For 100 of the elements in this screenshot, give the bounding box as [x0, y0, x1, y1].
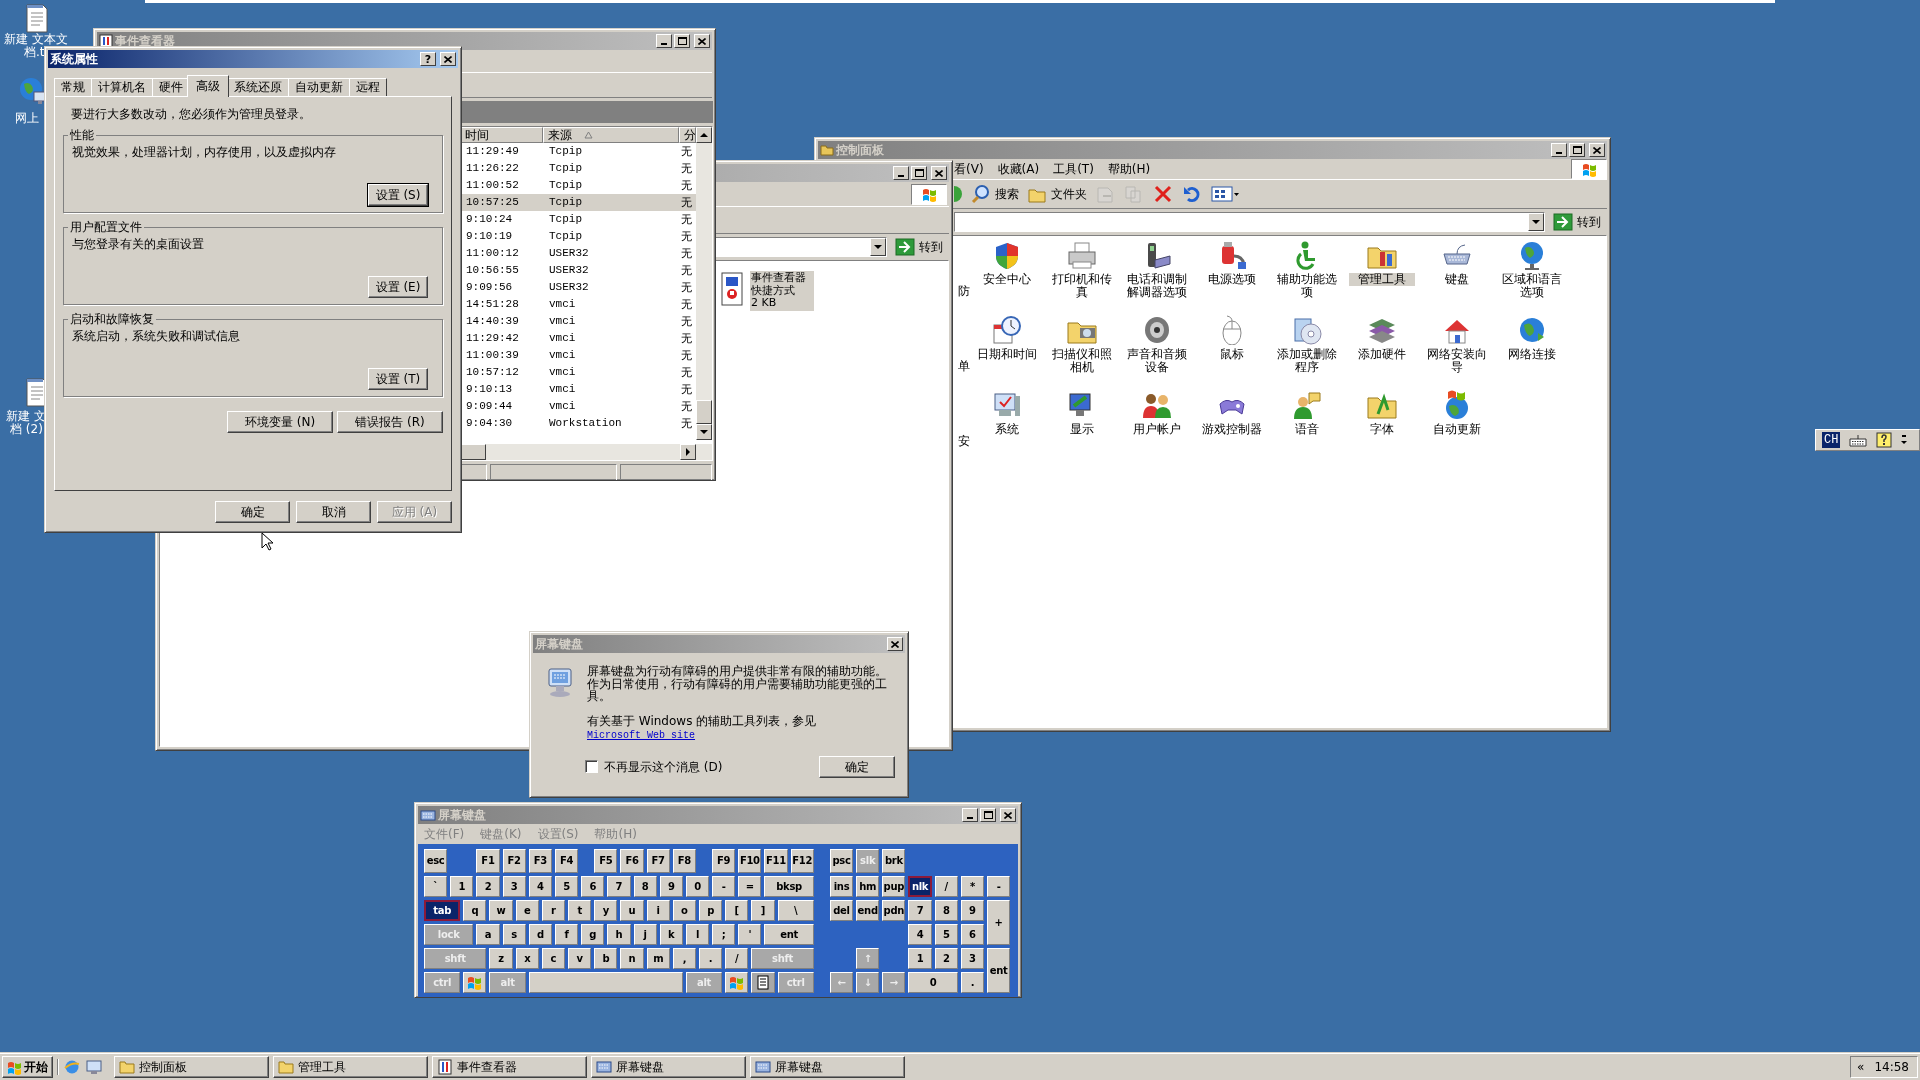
table-row[interactable]: 10:57:25 Tcpip 无 — [460, 194, 696, 211]
scrollbar[interactable] — [460, 444, 712, 460]
key[interactable]: [ — [725, 900, 749, 921]
close-button[interactable] — [1000, 808, 1016, 822]
key[interactable]: 0 — [908, 972, 958, 993]
go-button[interactable]: 转到 — [1553, 213, 1601, 231]
item-label[interactable]: 系统 — [973, 423, 1040, 436]
item-label[interactable]: 添加硬件 — [1348, 348, 1415, 361]
key[interactable]: = — [738, 876, 762, 897]
table-row[interactable]: 10:57:12 vmci 无 — [460, 364, 696, 381]
key[interactable]: F1 — [476, 849, 500, 873]
key[interactable]: ] — [751, 900, 775, 921]
key[interactable]: F7 — [646, 849, 670, 873]
item-label[interactable]: 打印机和传真 — [1048, 273, 1115, 299]
settings-button[interactable]: 设置 (T) — [368, 368, 428, 391]
settings-button[interactable]: 设置 (E) — [368, 276, 428, 299]
printer-icon[interactable] — [1065, 240, 1098, 270]
key[interactable]: s — [502, 924, 526, 945]
key[interactable]: psc — [829, 849, 854, 873]
key[interactable]: f — [554, 924, 579, 945]
key[interactable]: 6 — [960, 924, 985, 945]
menu-item[interactable]: 工具(T) — [1053, 161, 1094, 177]
keyboard-icon[interactable] — [1848, 433, 1869, 447]
windows-key[interactable] — [725, 972, 749, 993]
key[interactable]: F11 — [764, 849, 788, 873]
table-row[interactable]: 9:10:19 Tcpip 无 — [460, 228, 696, 245]
item-label[interactable]: 显示 — [1048, 423, 1115, 436]
key[interactable]: 8 — [934, 900, 958, 921]
key[interactable]: / — [934, 876, 958, 897]
start-button[interactable]: 开始 — [2, 1056, 53, 1078]
item-label[interactable]: 辅助功能选项 — [1273, 273, 1340, 299]
item-label[interactable]: 键盘 — [1423, 273, 1490, 286]
table-row[interactable]: 14:51:28 vmci 无 — [460, 296, 696, 313]
key[interactable]: e — [515, 900, 539, 921]
dialog-button[interactable]: 取消 — [296, 501, 371, 523]
key[interactable]: 5 — [554, 876, 579, 897]
maximize-button[interactable] — [1569, 143, 1585, 157]
table-row[interactable]: 14:40:39 vmci 无 — [460, 313, 696, 330]
key[interactable]: . — [698, 948, 723, 969]
tab[interactable]: 高级 — [187, 74, 229, 97]
item-label[interactable]: 管理工具 — [1348, 273, 1415, 286]
key[interactable]: F8 — [672, 849, 696, 873]
key[interactable]: w — [489, 900, 513, 921]
table-row[interactable]: 9:10:13 vmci 无 — [460, 381, 696, 398]
maximize-button[interactable] — [911, 166, 927, 180]
table-row[interactable]: 10:56:55 USER32 无 — [460, 262, 696, 279]
key[interactable]: n — [620, 948, 644, 969]
key[interactable]: F2 — [502, 849, 526, 873]
key[interactable]: a — [476, 924, 500, 945]
item-label[interactable]: 网络连接 — [1498, 348, 1565, 361]
tab[interactable]: 硬件 — [152, 77, 190, 96]
item-label[interactable]: 游戏控制器 — [1198, 423, 1265, 436]
table-row[interactable]: 11:00:12 USER32 无 — [460, 245, 696, 262]
tab[interactable]: 系统还原 — [227, 77, 289, 96]
key[interactable]: 1 — [908, 948, 932, 969]
key[interactable]: o — [672, 900, 696, 921]
language-indicator[interactable]: CH — [1822, 431, 1841, 449]
scroll-thumb[interactable] — [460, 444, 486, 460]
minimize-button[interactable] — [656, 34, 672, 48]
key[interactable]: b — [594, 948, 618, 969]
key[interactable]: h — [607, 924, 631, 945]
close-button[interactable] — [440, 52, 456, 66]
key[interactable]: \ — [777, 900, 814, 921]
key[interactable]: m — [646, 948, 670, 969]
key[interactable]: q — [463, 900, 487, 921]
close-button[interactable] — [887, 637, 903, 651]
menu-item[interactable]: 看(V) — [954, 161, 984, 177]
key[interactable]: bksp — [764, 876, 814, 897]
menu-item[interactable]: 收藏(A) — [997, 161, 1040, 177]
table-row[interactable]: 9:04:30 Workstation 无 — [460, 415, 696, 432]
tab[interactable]: 常规 — [54, 77, 92, 96]
folders-button[interactable]: 文件夹 — [1027, 184, 1087, 204]
column-header[interactable]: 分 — [679, 127, 696, 143]
column-header[interactable]: 时间 — [460, 127, 543, 143]
item-label[interactable]: 网络安装向导 — [1423, 348, 1490, 374]
taskbar-button[interactable]: 事件查看器 — [432, 1056, 587, 1078]
tab[interactable]: 自动更新 — [288, 77, 350, 96]
key[interactable]: u — [620, 900, 644, 921]
table-row[interactable]: 9:09:56 USER32 无 — [460, 279, 696, 296]
key[interactable]: 2 — [934, 948, 958, 969]
key[interactable]: pup — [882, 876, 906, 897]
key[interactable]: 0 — [685, 876, 710, 897]
item-label[interactable]: 安全中心 — [973, 273, 1040, 286]
menu-item[interactable]: 帮助(H) — [1107, 161, 1151, 177]
key[interactable]: ; — [712, 924, 736, 945]
key[interactable]: p — [698, 900, 723, 921]
key[interactable]: ent — [987, 948, 1011, 993]
key[interactable]: d — [528, 924, 552, 945]
tab[interactable]: 计算机名 — [91, 77, 153, 96]
table-row[interactable]: 11:29:49 Tcpip 无 — [460, 143, 696, 160]
views-icon[interactable] — [1211, 184, 1240, 204]
key[interactable]: 9 — [960, 900, 985, 921]
menu-key[interactable] — [751, 972, 775, 993]
expand-button[interactable]: « — [1857, 1059, 1865, 1075]
key[interactable]: 4 — [528, 876, 552, 897]
item-label[interactable]: 字体 — [1348, 423, 1415, 436]
tab[interactable]: 远程 — [349, 77, 387, 96]
item-label[interactable]: 用户帐户 — [1123, 423, 1190, 436]
taskbar-button[interactable]: 控制面板 — [114, 1056, 269, 1078]
key[interactable]: - — [712, 876, 736, 897]
